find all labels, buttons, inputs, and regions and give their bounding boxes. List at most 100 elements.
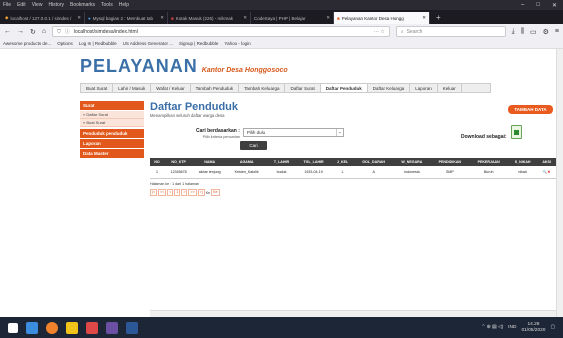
browser-tab[interactable]: ● Mysql bagian 2 : Membuat tab ✕ (85, 12, 168, 24)
excel-icon[interactable] (511, 125, 522, 139)
search-label: Cari berdasarkan : Pilih kriteria pencar… (196, 128, 240, 140)
nav-daftar-keluarga[interactable]: Daftar Keluarga (368, 84, 411, 92)
menu-head-data-master[interactable]: Data Master (80, 149, 144, 158)
home-icon[interactable]: ⌂ (42, 28, 46, 35)
pager-prev-fast-button[interactable]: << (158, 189, 167, 196)
library-icon[interactable]: ⫼ (521, 28, 524, 36)
clock[interactable]: 14.28 01/05/2020 (521, 322, 545, 334)
pager-prev-button[interactable]: < (167, 189, 174, 196)
close-tab-icon[interactable]: ✕ (422, 15, 426, 21)
browser-tab[interactable]: ■ Kotak Masuk (226) - mikmak ✕ (168, 12, 251, 24)
hamburger-menu-icon[interactable]: ≡ (555, 28, 559, 35)
nav-tambah-keluarga[interactable]: Tambah Keluarga (239, 84, 286, 92)
menu-head-penduduk[interactable]: Penduduk penduduk (80, 129, 144, 138)
menu-tools[interactable]: Tools (101, 2, 113, 8)
menu-item-buat-surat[interactable]: » Buat Surat (80, 119, 144, 127)
menu-help[interactable]: Help (119, 2, 129, 8)
notification-icon[interactable]: ▢ (550, 325, 555, 330)
menu-history[interactable]: History (48, 2, 64, 8)
close-tab-icon[interactable]: ✕ (326, 15, 330, 21)
tray-icons[interactable]: ⌃ ⊕ ▤ ◁) (481, 325, 503, 330)
menu-bookmarks[interactable]: Bookmarks (70, 2, 95, 8)
extension-icon[interactable]: ⚙ (543, 28, 549, 36)
menu-head-surat[interactable]: Surat (80, 101, 144, 110)
download-label: Download sebagai: (461, 134, 507, 140)
menu-file[interactable]: File (3, 2, 11, 8)
pager-go-label: Ke (205, 190, 211, 195)
nav-daftar-surat[interactable]: Daftar Surat (285, 84, 321, 92)
search-form: Cari berdasarkan : Pilih kriteria pencar… (196, 128, 344, 140)
nav-wafat-keluar[interactable]: Wafat / Keluar (151, 84, 191, 92)
bookmark-item[interactable]: Log In | Redbubble (79, 41, 117, 46)
minimize-icon[interactable]: – (521, 2, 524, 9)
app-icon[interactable] (86, 321, 98, 334)
bookmark-item[interactable]: Awesome products de... (3, 41, 51, 46)
file-explorer-icon[interactable] (66, 321, 78, 334)
bookmark-item[interactable]: Options (57, 41, 73, 46)
chevron-down-icon: ⌄ (335, 129, 343, 136)
word-icon[interactable] (126, 321, 138, 334)
pager-page-1[interactable]: 1 (174, 189, 181, 196)
cari-button[interactable]: Cari (240, 141, 267, 150)
windows-start-icon[interactable] (8, 322, 18, 333)
nav-keluar[interactable]: Keluar (438, 84, 462, 92)
nav-buat-surat[interactable]: Buat Surat (81, 84, 114, 92)
shield-icon: ⛉ (57, 28, 61, 35)
browser-tab-active[interactable]: ■ Pelayanan Kantor Desa Hongg ✕ (334, 12, 430, 24)
pager-first-button[interactable]: |< (150, 189, 158, 196)
nav-bar: ← → ↻ ⌂ ⛉ ⓘ localhost/simdesa/index.html… (0, 24, 563, 39)
tab-favicon-icon: ■ (171, 15, 174, 21)
criteria-select[interactable]: Pilih dulu ⌄ (242, 128, 344, 137)
horizontal-scrollbar[interactable] (150, 310, 556, 317)
nav-lahir-masuk[interactable]: Lahir / Masuk (113, 84, 152, 92)
back-icon[interactable]: ← (4, 28, 11, 35)
browser-tab[interactable]: CodeSaya | PHP | Belajar ✕ (251, 12, 334, 24)
tab-bar: ◆ localhost / 127.0.0.1 / simdes / ✕ ● Mysq… (0, 10, 563, 24)
col-header: NAMA (193, 158, 226, 166)
main-content: Daftar Penduduk Menampilkan seluruh daft… (150, 101, 556, 196)
bookmarks-bar: Awesome products de... Options Log In | … (0, 39, 563, 49)
close-window-icon[interactable]: ✕ (552, 2, 557, 9)
search-input[interactable]: ⌕ Search (395, 26, 506, 37)
bookmark-item[interactable]: Signup | Redbubble (179, 41, 218, 46)
pager-next-fast-button[interactable]: >> (188, 189, 197, 196)
menu-head-laporan[interactable]: Laporan (80, 139, 144, 148)
menu-edit[interactable]: Edit (17, 2, 26, 8)
page-title: Daftar Penduduk (150, 101, 239, 113)
close-tab-icon[interactable]: ✕ (160, 15, 164, 21)
firefox-icon[interactable] (46, 321, 58, 334)
nav-daftar-penduduk[interactable]: Daftar Penduduk (320, 84, 368, 92)
url-bar[interactable]: ⛉ ⓘ localhost/simdesa/index.html ··· ☆ (52, 26, 390, 37)
cell-tgl-lahir: 1933-04-19 (295, 166, 332, 179)
close-tab-icon[interactable]: ✕ (243, 15, 247, 21)
table-header-row: NO NO_KTP NAMA AGAMA T_LAHIR TGL_LAHIR J… (150, 158, 556, 166)
download-icon[interactable]: ⤓ (512, 28, 515, 36)
reload-icon[interactable]: ↻ (30, 28, 36, 36)
vertical-scrollbar[interactable] (556, 49, 563, 317)
nav-laporan[interactable]: Laporan (410, 84, 438, 92)
language-indicator[interactable]: IND (508, 325, 516, 330)
pager-next-button[interactable]: > (181, 189, 188, 196)
bookmark-item[interactable]: US Address Generator ... (123, 41, 173, 46)
sidebar-icon[interactable]: ▭ (530, 28, 537, 36)
menu-view[interactable]: View (32, 2, 43, 8)
page-actions-icon[interactable]: ··· ☆ (374, 29, 385, 35)
maximize-icon[interactable]: □ (536, 2, 540, 9)
menu-item-daftar-surat[interactable]: » Daftar Surat (80, 111, 144, 119)
pager-last-button[interactable]: >| (197, 189, 205, 196)
task-view-icon[interactable] (26, 321, 38, 334)
nav-tambah-penduduk[interactable]: Tambah Penduduk (191, 84, 240, 92)
cell-nama: akbar tenjung (193, 166, 226, 179)
tab-favicon-icon: ■ (337, 15, 340, 21)
close-tab-icon[interactable]: ✕ (77, 15, 81, 21)
forward-icon[interactable]: → (17, 28, 24, 35)
tambah-data-button[interactable]: TAMBAH DATA (508, 105, 553, 114)
new-tab-icon[interactable]: + (430, 12, 447, 24)
tab-label: Kotak Masuk (226) - mikmak (175, 15, 233, 21)
tab-label: CodeSaya | PHP | Belajar (254, 15, 306, 21)
browser-tab[interactable]: ◆ localhost / 127.0.0.1 / simdes / ✕ (2, 12, 85, 24)
settings-icon[interactable] (106, 321, 118, 334)
delete-icon[interactable]: ✖ (547, 170, 550, 174)
pager-go-select[interactable]: Ke (211, 189, 220, 196)
bookmark-item[interactable]: Yahoo - login (224, 41, 250, 46)
